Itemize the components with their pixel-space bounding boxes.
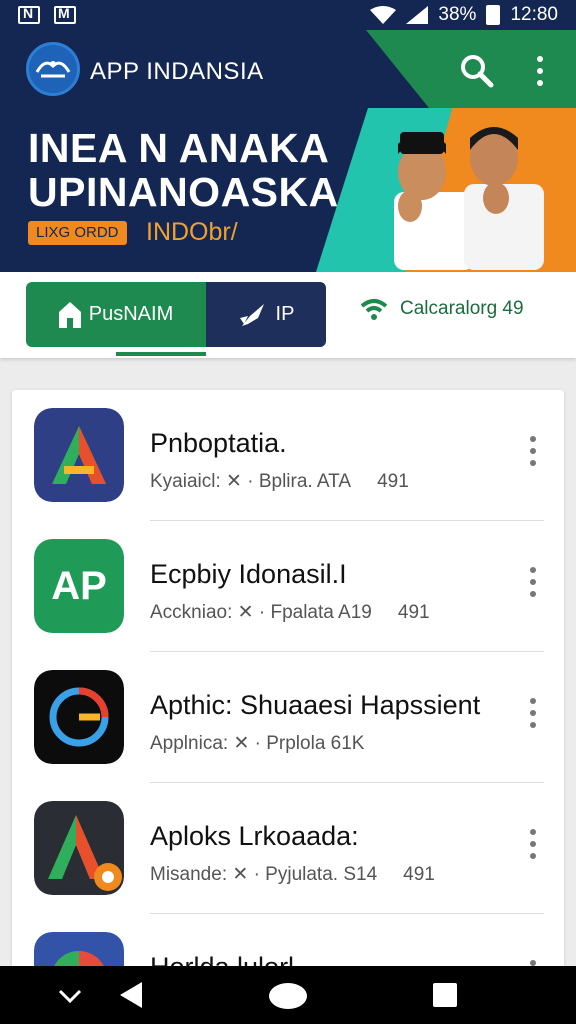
tab-bar: PusNAIM IP Calcaralorg 49: [0, 272, 576, 358]
list-item[interactable]: Horlda lulorl: [12, 914, 564, 970]
app-title: Ecpbiy Idonasil.I: [150, 559, 347, 589]
app-title: Apthic: Shuaaesi Hapssient: [150, 690, 481, 720]
notification-n-icon: [18, 5, 40, 24]
search-icon[interactable]: [456, 50, 496, 90]
app-icon-ap-green: AP: [34, 539, 124, 633]
app-title: Aploks Lrkoaada:: [150, 821, 359, 851]
tab-ip[interactable]: IP: [206, 282, 326, 347]
clock: 12:80: [510, 4, 558, 25]
list-item[interactable]: Apthic: Shuaaesi Hapssient Applnica: ✕ ·…: [12, 652, 564, 783]
app-meta: Applnica: ✕ · Prplola 61K: [150, 733, 365, 754]
promo-banner[interactable]: INEA N ANAKA UPINANOASKA LIXG ORDD INDOb…: [0, 108, 576, 272]
active-tab-indicator: [116, 352, 206, 356]
app-meta: Misande: ✕ · Pyjulata. S14 491: [150, 864, 435, 885]
banner-photo: [394, 127, 544, 270]
house-icon: [58, 301, 81, 328]
back-icon[interactable]: [118, 980, 144, 1010]
more-vert-icon[interactable]: [528, 436, 538, 466]
app-icon-g-black: [34, 670, 124, 764]
system-nav-bar: [0, 966, 576, 1024]
app-icon-partial: [34, 932, 124, 970]
battery-icon: [486, 5, 501, 25]
status-bar: 38% 12:80: [0, 0, 576, 30]
svg-text:AP: AP: [51, 564, 107, 608]
more-vert-icon[interactable]: [528, 567, 538, 597]
signal-icon: [406, 6, 429, 24]
wifi-icon: [360, 299, 388, 320]
banner-tag-text: INDObr/: [146, 218, 238, 246]
chevron-down-icon[interactable]: [58, 988, 82, 1004]
app-bar: APP INDANSIA: [0, 30, 576, 108]
app-title: APP INDANSIA: [90, 58, 264, 85]
wifi-icon: [370, 6, 397, 24]
app-icon-a-dark: [34, 801, 124, 895]
list-item[interactable]: Aploks Lrkoaada: Misande: ✕ · Pyjulata. …: [12, 783, 564, 914]
recents-icon[interactable]: [432, 982, 458, 1008]
home-icon[interactable]: [268, 982, 308, 1010]
more-vert-icon[interactable]: [528, 52, 552, 90]
banner-tag: LIXG ORDD: [28, 221, 127, 245]
app-meta: Acckniao: ✕ · Fpalata A19 491: [150, 602, 430, 623]
tab-label: IP: [275, 303, 295, 325]
more-vert-icon[interactable]: [528, 829, 538, 859]
app-icon-a-blue: [34, 408, 124, 502]
app-logo: [26, 42, 80, 96]
banner-headline: INEA N ANAKA UPINANOASKA: [28, 125, 339, 215]
list-item[interactable]: Pnboptatia. Kyaiaicl: ✕ · Bplira. ATA 491: [12, 390, 564, 521]
tab-label: Calcaralorg 49: [400, 298, 524, 319]
app-title: Pnboptatia.: [150, 428, 287, 458]
app-list: Pnboptatia. Kyaiaicl: ✕ · Bplira. ATA 491…: [12, 390, 564, 970]
tab-label: PusNAIM: [88, 303, 174, 325]
app-meta: Kyaiaicl: ✕ · Bplira. ATA 491: [150, 471, 409, 492]
rocket-icon: [239, 303, 264, 326]
more-vert-icon[interactable]: [528, 698, 538, 728]
tab-calcaralorg[interactable]: Calcaralorg 49: [360, 298, 524, 320]
tab-pusnaim[interactable]: PusNAIM: [26, 282, 206, 347]
gmail-icon: [54, 5, 76, 24]
list-item[interactable]: AP Ecpbiy Idonasil.I Acckniao: ✕ · Fpala…: [12, 521, 564, 652]
battery-percent: 38%: [438, 4, 477, 25]
